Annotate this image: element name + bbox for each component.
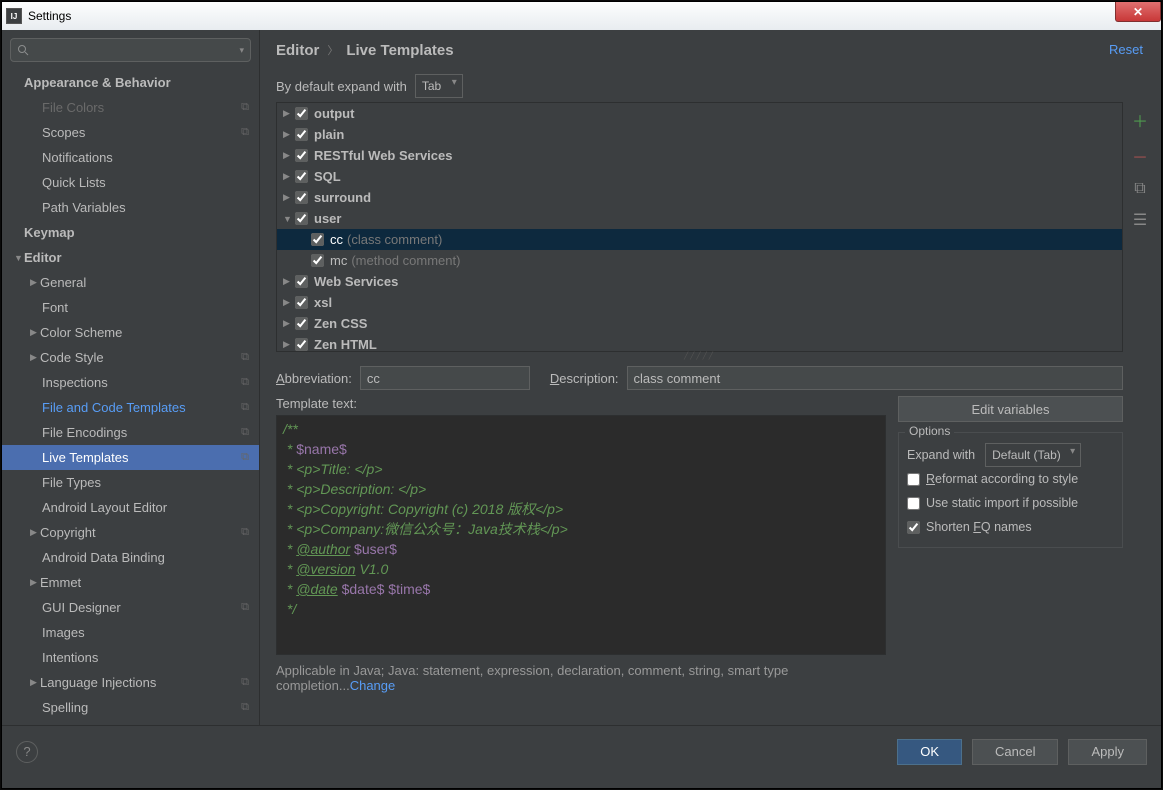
breadcrumb: Editor 〉 Live Templates [260,30,1161,70]
sidebar-item-file-types[interactable]: File Types [2,470,259,495]
sidebar-item-quick-lists[interactable]: Quick Lists [2,170,259,195]
sidebar-item-editor[interactable]: ▼Editor [2,245,259,270]
sidebar-item-images[interactable]: Images [2,620,259,645]
sidebar-item-language-injections[interactable]: ▶Language Injections⧉ [2,670,259,695]
sidebar-item-intentions[interactable]: Intentions [2,645,259,670]
expand-with-label: Expand with [907,448,975,462]
shorten-fq-label: Shorten FQ names [926,520,1032,534]
static-import-label: Use static import if possible [926,496,1078,510]
sidebar-item-spelling[interactable]: Spelling⧉ [2,695,259,720]
sidebar-item-scopes[interactable]: Scopes⧉ [2,120,259,145]
sidebar-item-code-style[interactable]: ▶Code Style⧉ [2,345,259,370]
chevron-right-icon: 〉 [327,42,338,58]
sidebar-item-todo[interactable]: TODO [2,720,259,725]
apply-button[interactable]: Apply [1068,739,1147,765]
template-item-mc[interactable]: mc(method comment) [277,250,1122,271]
breadcrumb-live-templates: Live Templates [346,42,453,59]
help-button[interactable]: ? [16,741,38,763]
sidebar-item-file-colors[interactable]: File Colors⧉ [2,95,259,120]
sidebar-item-android-data-binding[interactable]: Android Data Binding [2,545,259,570]
ok-button[interactable]: OK [897,739,962,765]
sidebar-item-font[interactable]: Font [2,295,259,320]
default-expand-label: By default expand with [276,79,407,94]
sidebar-item-gui-designer[interactable]: GUI Designer⧉ [2,595,259,620]
options-group: Options Expand with Default (Tab) Reform… [898,432,1123,548]
static-import-checkbox[interactable] [907,497,920,510]
settings-window: IJ Settings ✕ ▾ Appearance & BehaviorFil… [1,1,1162,789]
sidebar-item-file-and-code-templates[interactable]: File and Code Templates⧉ [2,395,259,420]
breadcrumb-editor: Editor [276,42,319,59]
template-text-editor[interactable]: /** * $name$ * <p>Title: </p> * <p>Descr… [276,415,886,655]
cancel-button[interactable]: Cancel [972,739,1058,765]
template-group-xsl[interactable]: ▶xsl [277,292,1122,313]
dialog-footer: ? OK Cancel Apply [2,725,1161,777]
template-text-label: Template text: [276,396,886,415]
template-group-plain[interactable]: ▶plain [277,124,1122,145]
template-group-zen-css[interactable]: ▶Zen CSS [277,313,1122,334]
copy-icon[interactable]: ⧉ [1134,180,1145,198]
template-group-user[interactable]: ▼user [277,208,1122,229]
expand-with-combo[interactable]: Default (Tab) [985,443,1081,467]
remove-icon[interactable]: － [1132,144,1148,168]
reformat-checkbox[interactable] [907,473,920,486]
template-toolbar: ＋ － ⧉ ☰ [1127,102,1153,725]
sidebar-item-general[interactable]: ▶General [2,270,259,295]
sidebar: ▾ Appearance & BehaviorFile Colors⧉Scope… [2,30,260,725]
edit-variables-button[interactable]: Edit variables [898,396,1123,422]
sidebar-item-appearance-behavior[interactable]: Appearance & Behavior [2,70,259,95]
add-icon[interactable]: ＋ [1132,108,1148,132]
sidebar-item-emmet[interactable]: ▶Emmet [2,570,259,595]
window-title: Settings [28,9,71,23]
sidebar-item-notifications[interactable]: Notifications [2,145,259,170]
template-group-restful-web-services[interactable]: ▶RESTful Web Services [277,145,1122,166]
template-group-web-services[interactable]: ▶Web Services [277,271,1122,292]
template-group-zen-html[interactable]: ▶Zen HTML [277,334,1122,352]
template-group-surround[interactable]: ▶surround [277,187,1122,208]
sidebar-item-keymap[interactable]: Keymap [2,220,259,245]
template-list[interactable]: ▶output▶plain▶RESTful Web Services▶SQL▶s… [276,102,1123,352]
sidebar-item-copyright[interactable]: ▶Copyright⧉ [2,520,259,545]
template-item-cc[interactable]: cc(class comment) [277,229,1122,250]
reset-link[interactable]: Reset [1109,42,1143,57]
settings-tree[interactable]: Appearance & BehaviorFile Colors⧉Scopes⧉… [2,70,259,725]
sidebar-item-path-variables[interactable]: Path Variables [2,195,259,220]
default-expand-combo[interactable]: Tab [415,74,463,98]
applicable-context: Applicable in Java; Java: statement, exp… [276,655,886,693]
search-input[interactable]: ▾ [10,38,251,62]
search-icon [17,44,29,56]
app-icon: IJ [6,8,22,24]
settings-icon[interactable]: ☰ [1133,210,1147,230]
main-panel: Editor 〉 Live Templates Reset By default… [260,30,1161,725]
description-label: Description: [550,371,619,386]
template-group-output[interactable]: ▶output [277,103,1122,124]
splitter-handle[interactable]: ╱╱╱╱╱ [276,352,1123,360]
template-group-sql[interactable]: ▶SQL [277,166,1122,187]
options-legend: Options [905,424,954,438]
sidebar-item-file-encodings[interactable]: File Encodings⧉ [2,420,259,445]
abbreviation-input[interactable] [360,366,530,390]
sidebar-item-inspections[interactable]: Inspections⧉ [2,370,259,395]
description-input[interactable] [627,366,1123,390]
reformat-label: Reformat according to style [926,472,1078,486]
titlebar: IJ Settings ✕ [2,2,1161,30]
abbreviation-label: AAbbreviation:bbreviation: [276,371,352,386]
sidebar-item-color-scheme[interactable]: ▶Color Scheme [2,320,259,345]
sidebar-item-android-layout-editor[interactable]: Android Layout Editor [2,495,259,520]
change-link[interactable]: Change [350,678,396,693]
sidebar-item-live-templates[interactable]: Live Templates⧉ [2,445,259,470]
shorten-fq-checkbox[interactable] [907,521,920,534]
close-button[interactable]: ✕ [1115,2,1161,22]
